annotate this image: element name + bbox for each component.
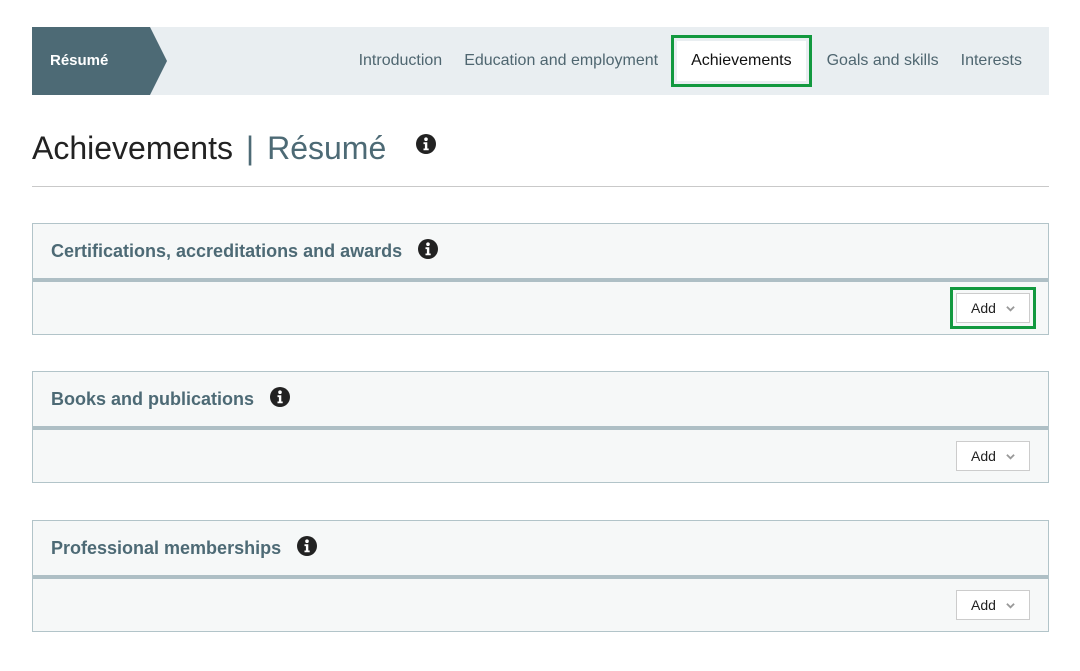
section-title-text: Certifications, accreditations and award…	[51, 241, 403, 261]
nav-tabs: Introduction Education and employment Ac…	[348, 27, 1033, 95]
section-body: Add	[33, 430, 1048, 482]
brand-label: Résumé	[50, 52, 109, 69]
section-certifications: Certifications, accreditations and award…	[32, 223, 1049, 335]
chevron-down-icon	[1006, 305, 1015, 312]
info-circle-icon[interactable]	[297, 525, 318, 575]
add-button-label: Add	[971, 448, 996, 464]
section-books-publications: Books and publications Add	[32, 371, 1049, 483]
info-circle-icon[interactable]	[418, 228, 439, 278]
brand-tab[interactable]: Résumé	[32, 27, 150, 95]
section-body: Add	[33, 579, 1048, 631]
tab-introduction[interactable]: Introduction	[348, 41, 454, 81]
tab-education-and-employment[interactable]: Education and employment	[453, 41, 669, 81]
section-title: Certifications, accreditations and award…	[51, 224, 439, 278]
section-title: Books and publications	[51, 372, 291, 426]
page-title-main: Achievements	[32, 130, 233, 166]
section-header: Books and publications	[33, 372, 1048, 430]
title-separator: |	[245, 130, 255, 166]
section-title-text: Professional memberships	[51, 538, 282, 558]
info-circle-icon[interactable]	[270, 376, 291, 426]
tab-goals-and-skills[interactable]: Goals and skills	[816, 41, 950, 81]
tab-interests[interactable]: Interests	[950, 41, 1033, 81]
top-nav: Résumé Introduction Education and employ…	[32, 27, 1049, 95]
page-title: Achievements | Résumé	[32, 130, 386, 167]
section-title-text: Books and publications	[51, 389, 255, 409]
section-header: Professional memberships	[33, 521, 1048, 579]
add-publication-button[interactable]: Add	[956, 441, 1030, 471]
section-title: Professional memberships	[51, 521, 318, 575]
add-button-label: Add	[971, 597, 996, 613]
chevron-down-icon	[1006, 453, 1015, 460]
add-button-label: Add	[971, 300, 996, 316]
section-professional-memberships: Professional memberships Add	[32, 520, 1049, 632]
page-title-sub: Résumé	[267, 130, 387, 166]
chevron-down-icon	[1006, 602, 1015, 609]
add-membership-button[interactable]: Add	[956, 590, 1030, 620]
tab-achievements[interactable]: Achievements	[671, 35, 812, 87]
section-header: Certifications, accreditations and award…	[33, 224, 1048, 282]
info-circle-icon[interactable]	[416, 134, 436, 159]
title-divider	[32, 186, 1049, 187]
brand-arrow	[150, 27, 167, 95]
section-body: Add	[33, 282, 1048, 334]
add-certification-button[interactable]: Add	[950, 287, 1036, 329]
